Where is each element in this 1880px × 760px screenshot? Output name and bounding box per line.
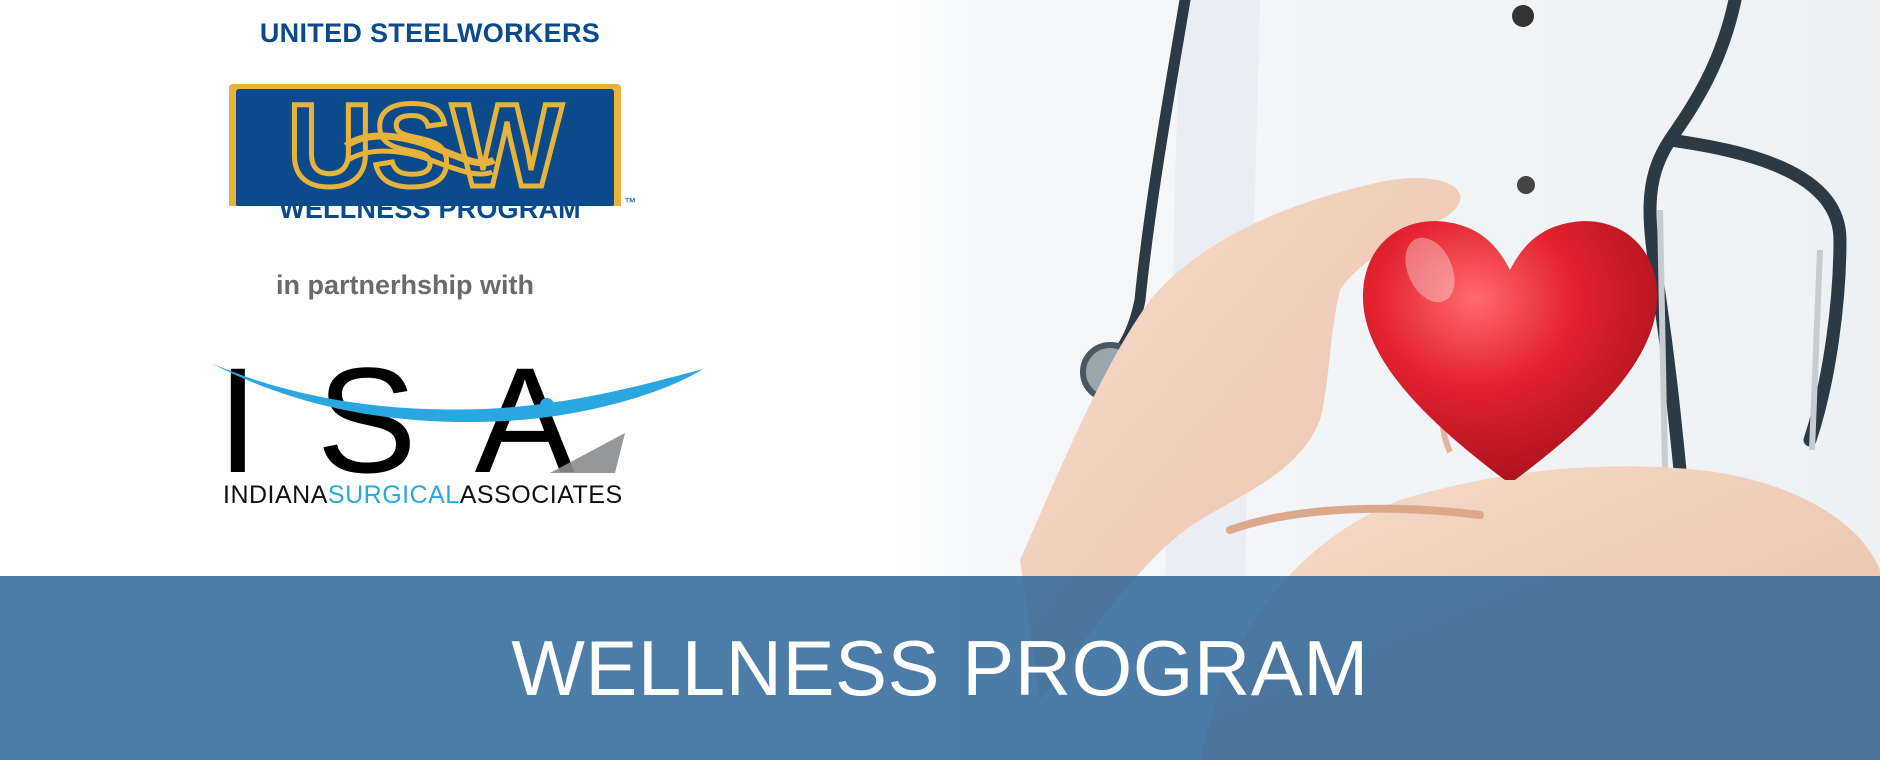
usw-logo-mark: USW ™ — [229, 78, 636, 206]
isa-subtitle-associates: ASSOCIATES — [459, 481, 623, 509]
title-banner: WELLNESS PROGRAM — [0, 576, 1880, 760]
isa-logo-subtitle: INDIANASURGICALASSOCIATES — [223, 481, 623, 510]
isa-logo: ISA INDIANASURGICALASSOCIATES — [205, 335, 715, 515]
usw-logo-top-text: UNITED STEELWORKERS — [259, 18, 601, 48]
isa-subtitle-surgical: SURGICAL — [327, 481, 460, 509]
usw-logo-bottom-text: WELLNESS PROGRAM — [279, 194, 581, 224]
isa-subtitle-indiana: INDIANA — [223, 481, 328, 509]
banner-title: WELLNESS PROGRAM — [511, 623, 1369, 712]
usw-logo: UNITED STEELWORKERS USW ™ WELLNESS PROGR… — [220, 18, 640, 230]
isa-logo-mark: ISA — [211, 336, 703, 504]
hero-banner: UNITED STEELWORKERS USW ™ WELLNESS PROGR… — [0, 0, 1880, 760]
partnership-text: in partnerhship with — [276, 270, 535, 300]
logos-panel: UNITED STEELWORKERS USW ™ WELLNESS PROGR… — [0, 0, 900, 576]
